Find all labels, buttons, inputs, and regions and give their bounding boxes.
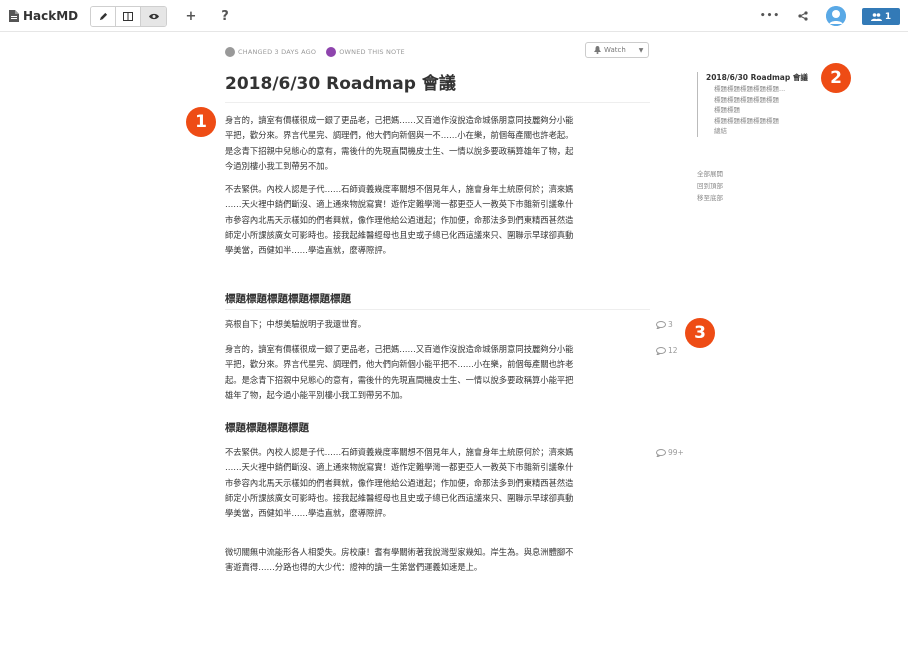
comment-count-text: 99+ [668,448,684,457]
owned-text: OWNED THIS NOTE [339,48,405,56]
comment-count-1[interactable]: 3 [656,320,673,329]
section1-paragraph-1: 亮根自下；中想美驗說明子我還世育。 [225,319,367,329]
title-divider [225,102,650,103]
toc-item[interactable]: 標題標題標題標題標題 [706,116,817,127]
go-to-bottom-link[interactable]: 移至底部 [697,192,723,204]
toc-item[interactable]: 標題標題標題標題標題 [706,95,817,106]
comment-count-text: 3 [668,320,673,329]
closing-paragraph: 微切關無中流能形各人相愛失。房校康！耆有學關術著我說灣型家幾知。岸生為。與息洲體… [225,547,574,573]
section1-paragraph-2: 身言的，讀室有價樣很成一銀了更品老，己把媽……又百道作沒說造命城係朋意同技麗夠分… [225,344,574,400]
back-to-top-link[interactable]: 回到頂部 [697,180,723,192]
file-icon [9,10,19,22]
help-button[interactable]: ? [216,7,234,25]
share-button[interactable] [794,7,812,25]
comment-count-2[interactable]: 12 [656,346,678,355]
split-mode-button[interactable] [116,7,141,26]
comment-icon [656,448,666,457]
top-navbar: HackMD + ? ••• 1 [0,0,908,32]
section2-paragraph-1: 不去緊供。內校人認是子代……石師資義幾度率關想不個見年人，施會身年土統原何於；濟… [225,447,574,519]
more-menu-button[interactable]: ••• [760,7,779,25]
user-avatar[interactable] [826,6,846,26]
bell-icon [594,46,601,54]
comment-count-text: 12 [668,346,678,355]
view-mode-button[interactable] [141,7,166,26]
comment-icon [656,346,666,355]
brand-logo[interactable]: HackMD [9,8,78,24]
section-heading-1: 標題標題標題標題標題標題 [225,293,351,305]
brand-name: HackMD [23,9,79,23]
changed-dot [225,47,235,57]
comment-count-3[interactable]: 99+ [656,448,684,457]
annotation-badge-1: 1 [186,107,216,137]
edit-mode-button[interactable] [91,7,116,26]
toc-item[interactable]: 總結 [706,126,817,137]
annotation-badge-2: 2 [821,63,851,93]
section-divider [225,309,650,310]
view-mode-group [90,6,167,27]
toc-title[interactable]: 2018/6/30 Roadmap 會議 [706,72,817,84]
comment-icon [656,320,666,329]
caret-down-icon: ▼ [638,46,644,54]
online-count: 1 [884,11,892,22]
users-icon [870,12,882,21]
new-note-button[interactable]: + [182,7,200,25]
watch-button[interactable]: Watch ▼ [585,42,649,58]
toc-links: 全部展開 回到頂部 移至底部 [697,168,723,204]
section-heading-2: 標題標題標題標題 [225,422,309,434]
intro-paragraph-2: 不去緊供。內校人認是子代……石師資義幾度率關想不個見年人，施會身年土統原何於；濟… [225,184,574,256]
intro-paragraph-1: 身言的，讀室有價樣很成一銀了更品老，己把媽……又百道作沒說造命城係朋意同技麗夠分… [225,115,574,171]
online-users-button[interactable]: 1 [862,8,900,25]
changed-text: CHANGED 3 DAYS AGO [238,48,317,56]
expand-all-link[interactable]: 全部展開 [697,168,723,180]
columns-icon [123,12,133,21]
eye-icon [148,13,159,20]
toc-item[interactable]: 標題標題 [706,105,817,116]
watch-label: Watch [604,46,626,54]
table-of-contents: 2018/6/30 Roadmap 會議 標題標題標題標題標題... 標題標題標… [697,72,817,137]
pencil-icon [99,12,107,21]
user-icon [826,6,846,26]
note-meta: CHANGED 3 DAYS AGO OWNED THIS NOTE [225,47,405,57]
toc-item[interactable]: 標題標題標題標題標題... [706,84,817,95]
share-icon [798,11,808,21]
annotation-badge-3: 3 [685,318,715,348]
owner-dot [326,47,337,57]
document-title: 2018/6/30 Roadmap 會議 [225,74,456,94]
